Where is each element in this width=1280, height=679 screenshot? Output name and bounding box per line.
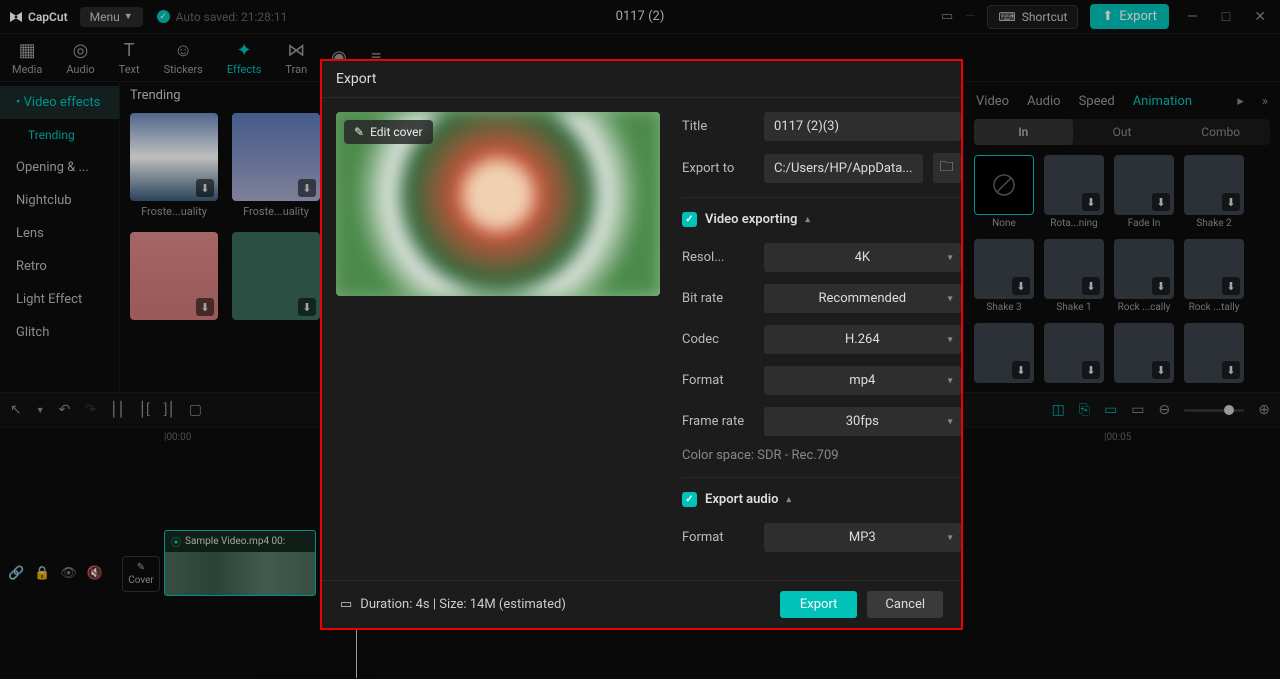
exportto-path: C:/Users/HP/AppData...: [764, 154, 923, 183]
framerate-label: Frame rate: [682, 414, 754, 429]
modal-footer: ▭ Duration: 4s | Size: 14M (estimated) E…: [322, 580, 961, 628]
modal-title: Export: [322, 61, 961, 98]
export-form: Title Export to C:/Users/HP/AppData... 🗀…: [682, 112, 961, 580]
edit-cover-button[interactable]: ✎ Edit cover: [344, 120, 433, 144]
video-section-header[interactable]: ✓ Video exporting ▴: [682, 212, 961, 227]
title-label: Title: [682, 119, 754, 134]
folder-icon: 🗀: [940, 156, 954, 180]
checkbox-on-icon[interactable]: ✓: [682, 492, 697, 507]
colorspace-text: Color space: SDR - Rec.709: [682, 448, 961, 463]
audioformat-label: Format: [682, 530, 754, 545]
format-select[interactable]: mp4▾: [764, 366, 961, 395]
browse-folder-button[interactable]: 🗀: [933, 153, 961, 183]
audio-section-header[interactable]: ✓ Export audio ▴: [682, 492, 961, 507]
collapse-icon: ▴: [786, 495, 791, 505]
audioformat-select[interactable]: MP3▾: [764, 523, 961, 552]
chevron-down-icon: ▾: [948, 375, 953, 386]
divider: [682, 197, 961, 198]
bitrate-select[interactable]: Recommended▾: [764, 284, 961, 313]
cover-preview: ✎ Edit cover: [336, 112, 660, 296]
export-confirm-button[interactable]: Export: [780, 591, 858, 618]
collapse-icon: ▴: [805, 215, 810, 225]
film-icon: ▭: [340, 597, 352, 612]
duration-info: ▭ Duration: 4s | Size: 14M (estimated): [340, 597, 566, 612]
export-modal: Export ✎ Edit cover Title Export to C:/U…: [320, 59, 963, 630]
chevron-down-icon: ▾: [948, 334, 953, 345]
title-input[interactable]: [764, 112, 961, 141]
bitrate-label: Bit rate: [682, 291, 754, 306]
exportto-label: Export to: [682, 161, 754, 176]
framerate-select[interactable]: 30fps▾: [764, 407, 961, 436]
codec-select[interactable]: H.264▾: [764, 325, 961, 354]
resolution-label: Resol...: [682, 250, 754, 265]
format-label: Format: [682, 373, 754, 388]
chevron-down-icon: ▾: [948, 293, 953, 304]
modal-body: ✎ Edit cover Title Export to C:/Users/HP…: [322, 98, 961, 580]
divider: [682, 477, 961, 478]
chevron-down-icon: ▾: [948, 252, 953, 263]
chevron-down-icon: ▾: [948, 532, 953, 543]
chevron-down-icon: ▾: [948, 416, 953, 427]
resolution-select[interactable]: 4K▾: [764, 243, 961, 272]
checkbox-on-icon[interactable]: ✓: [682, 212, 697, 227]
codec-label: Codec: [682, 332, 754, 347]
pencil-icon: ✎: [354, 125, 364, 139]
cancel-button[interactable]: Cancel: [867, 591, 943, 618]
